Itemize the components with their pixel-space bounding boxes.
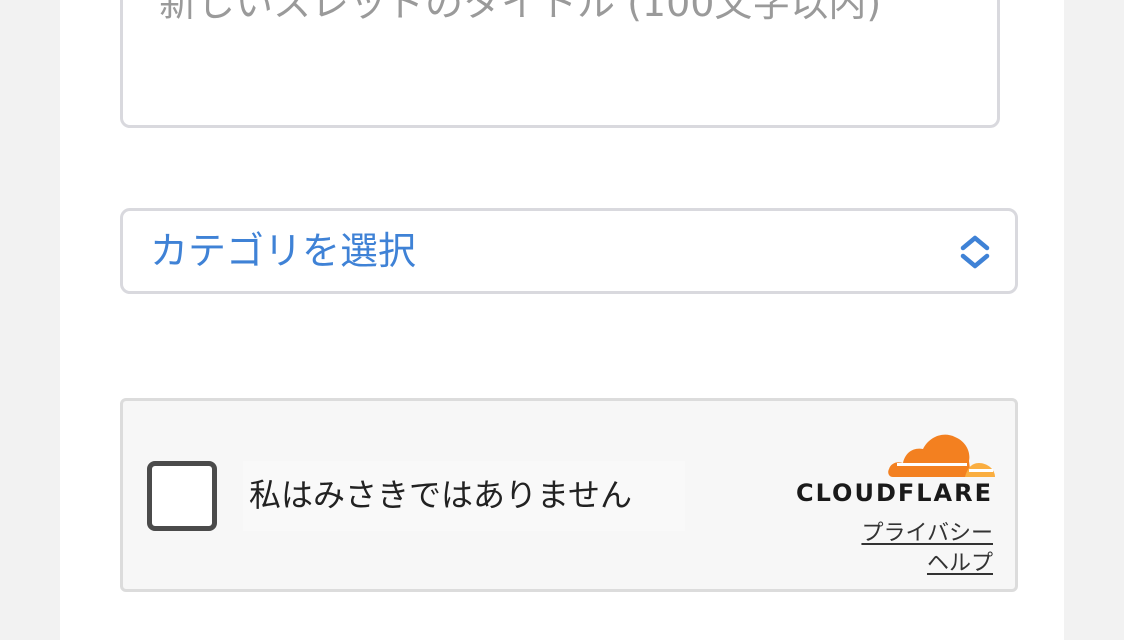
help-link[interactable]: ヘルプ — [861, 549, 993, 579]
thread-title-placeholder: 新しいスレッドのタイトル (100文字以内) — [159, 0, 882, 25]
privacy-link[interactable]: プライバシー — [861, 519, 993, 549]
human-verification-checkbox[interactable] — [147, 461, 217, 531]
cloudflare-turnstile-widget: 私はみさきではありません CLOUDFLARE プライバシー ヘルプ — [120, 398, 1018, 592]
chevron-up-down-icon — [960, 235, 990, 269]
human-verification-label: 私はみさきではありません — [249, 476, 633, 514]
cloudflare-brand: CLOUDFLARE — [796, 479, 993, 507]
turnstile-links: プライバシー ヘルプ — [861, 519, 993, 579]
cloudflare-cloud-icon — [888, 434, 995, 477]
form-page: 新しいスレッドのタイトル (100文字以内) カテゴリを選択 私はみさきではあり… — [60, 0, 1064, 640]
category-select-value: カテゴリを選択 — [150, 229, 417, 273]
thread-title-input[interactable]: 新しいスレッドのタイトル (100文字以内) — [120, 0, 1000, 128]
category-select[interactable]: カテゴリを選択 — [120, 208, 1018, 294]
